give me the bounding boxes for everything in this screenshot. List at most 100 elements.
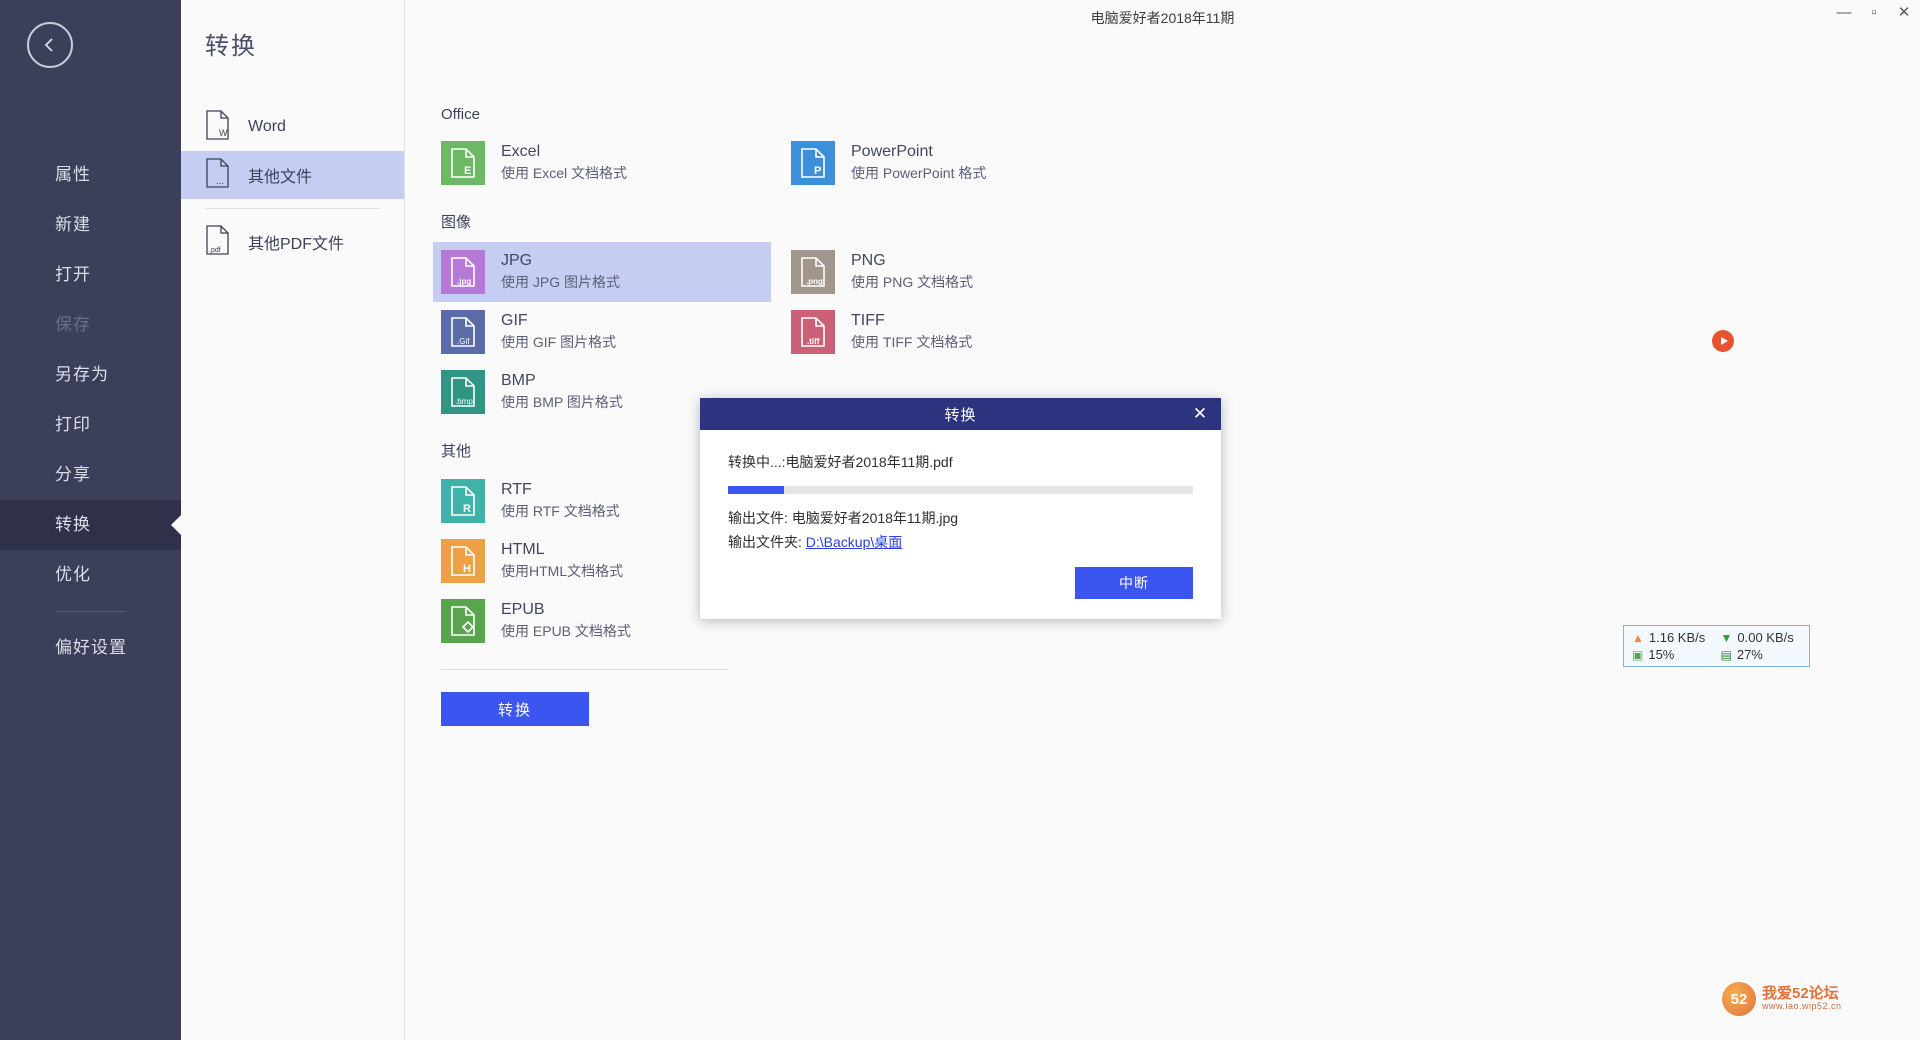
dialog-body: 转换中...:电脑爱好者2018年11期.pdf 输出文件: 电脑爱好者2018… [700, 430, 1221, 552]
rail-item-preferences[interactable]: 偏好设置 [0, 623, 181, 673]
rail-item-label: 打印 [55, 415, 91, 434]
back-button[interactable] [27, 22, 73, 68]
dialog-status-text: 转换中...:电脑爱好者2018年11期.pdf [728, 454, 953, 470]
watermark-logo-icon: 52 [1722, 982, 1756, 1016]
file-pdf-icon: .pdf [205, 224, 231, 260]
rail-item-properties[interactable]: 属性 [0, 150, 181, 200]
format-item-tiff[interactable]: .tiff TIFF 使用 TIFF 文档格式 [783, 302, 1121, 362]
play-triangle-icon [1720, 337, 1728, 345]
left-navigation-rail: 属性 新建 打开 保存 另存为 打印 分享 转换 优化 偏好设置 [0, 0, 182, 1040]
section-title-image: 图像 [441, 214, 472, 231]
output-folder-link[interactable]: D:\Backup\桌面 [806, 534, 902, 550]
rail-item-open[interactable]: 打开 [0, 250, 181, 300]
svg-text:.tiff: .tiff [807, 337, 820, 346]
memory-usage-cell: ▤ 27% [1721, 647, 1802, 662]
category-item-word[interactable]: W Word [181, 103, 404, 151]
format-text: Excel 使用 Excel 文档格式 [501, 142, 627, 184]
bmp-file-icon: .bmp [441, 370, 485, 414]
svg-text:...: ... [216, 176, 224, 187]
format-text: RTF 使用 RTF 文档格式 [501, 480, 620, 522]
format-desc: 使用 BMP 图片格式 [501, 394, 623, 410]
minimize-icon[interactable]: — [1836, 5, 1852, 20]
maximize-icon[interactable]: ▫ [1866, 5, 1882, 20]
format-desc: 使用 PNG 文档格式 [851, 274, 974, 290]
format-desc: 使用HTML文档格式 [501, 563, 624, 579]
convert-button[interactable]: 转换 [441, 692, 589, 726]
svg-text:.Gif: .Gif [457, 337, 470, 346]
output-folder-label: 输出文件夹: [728, 534, 802, 550]
format-name: Excel [501, 143, 541, 160]
format-desc: 使用 RTF 文档格式 [501, 503, 620, 519]
category-list: W Word ... 其他文件 .pdf 其他PDF文件 [181, 103, 404, 266]
format-text: EPUB 使用 EPUB 文档格式 [501, 600, 631, 642]
progress-bar [728, 486, 1193, 494]
cpu-usage-value: 15% [1648, 647, 1675, 662]
rail-item-label: 保存 [55, 315, 91, 334]
rail-item-convert[interactable]: 转换 [0, 500, 182, 550]
application-window: 属性 新建 打开 保存 另存为 打印 分享 转换 优化 偏好设置 转换 W Wo… [0, 0, 1920, 1040]
category-item-label: 其他PDF文件 [248, 236, 345, 253]
watermark-text: 我爱52论坛 www.iao.wip52.cn [1762, 985, 1842, 1012]
cpu-chip-icon: ▣ [1632, 647, 1644, 662]
format-name: HTML [501, 541, 545, 558]
download-speed-value: 0.00 KB/s [1737, 630, 1794, 645]
format-name: TIFF [851, 312, 885, 329]
format-item-jpg[interactable]: .jpg JPG 使用 JPG 图片格式 [433, 242, 771, 302]
rail-item-print[interactable]: 打印 [0, 400, 181, 450]
format-grid-image: .jpg JPG 使用 JPG 图片格式 .png PNG 使用 PNG 文档格… [433, 242, 1920, 422]
category-item-label: 其他文件 [248, 169, 313, 186]
format-name: PowerPoint [851, 143, 933, 160]
output-file-value: 电脑爱好者2018年11期.jpg [791, 510, 959, 526]
format-name: JPG [501, 252, 533, 269]
panel-title: 转换 [205, 33, 257, 60]
category-item-other-files[interactable]: ... 其他文件 [181, 151, 404, 199]
file-dots-icon: ... [205, 157, 231, 193]
format-text: HTML 使用HTML文档格式 [501, 540, 623, 582]
rail-item-save: 保存 [0, 300, 181, 350]
format-item-gif[interactable]: .Gif GIF 使用 GIF 图片格式 [433, 302, 771, 362]
dialog-footer: 中断 [1075, 567, 1193, 599]
powerpoint-file-icon: P [791, 141, 835, 185]
upload-speed-value: 1.16 KB/s [1648, 630, 1706, 645]
dialog-close-icon[interactable]: ✕ [1179, 398, 1221, 430]
rail-item-label: 新建 [55, 215, 91, 234]
format-item-excel[interactable]: E Excel 使用 Excel 文档格式 [433, 133, 771, 193]
arrow-up-icon: ▲ [1632, 630, 1644, 645]
svg-text:R: R [463, 503, 471, 515]
rail-item-share[interactable]: 分享 [0, 450, 181, 500]
media-play-icon[interactable] [1712, 330, 1734, 352]
rtf-file-icon: R [441, 479, 485, 523]
output-file-label: 输出文件: [728, 510, 788, 526]
watermark-url: www.iao.wip52.cn [1762, 1001, 1842, 1012]
rail-item-new[interactable]: 新建 [0, 200, 181, 250]
format-item-powerpoint[interactable]: P PowerPoint 使用 PowerPoint 格式 [783, 133, 1121, 193]
cpu-usage-cell: ▣ 15% [1632, 647, 1713, 662]
format-text: PowerPoint 使用 PowerPoint 格式 [851, 142, 986, 184]
rail-item-label: 偏好设置 [55, 638, 127, 657]
abort-button[interactable]: 中断 [1075, 567, 1193, 599]
memory-usage-value: 27% [1736, 647, 1763, 662]
close-icon[interactable]: ✕ [1896, 5, 1912, 20]
svg-text:.pdf: .pdf [209, 247, 221, 254]
format-item-png[interactable]: .png PNG 使用 PNG 文档格式 [783, 242, 1121, 302]
svg-text:.bmp: .bmp [455, 397, 473, 406]
svg-text:H: H [463, 563, 471, 575]
format-name: EPUB [501, 601, 545, 618]
resource-usage-row: ▣ 15% ▤ 27% [1632, 647, 1801, 662]
rail-item-label: 转换 [55, 515, 91, 534]
format-text: GIF 使用 GIF 图片格式 [501, 311, 616, 353]
rail-item-save-as[interactable]: 另存为 [0, 350, 181, 400]
format-name: PNG [851, 252, 886, 269]
rail-item-label: 属性 [55, 165, 91, 184]
png-file-icon: .png [791, 250, 835, 294]
download-speed-cell: ▼ 0.00 KB/s [1721, 630, 1802, 645]
memory-stick-icon: ▤ [1720, 647, 1732, 662]
gif-file-icon: .Gif [441, 310, 485, 354]
rail-item-optimize[interactable]: 优化 [0, 550, 181, 600]
format-text: PNG 使用 PNG 文档格式 [851, 251, 973, 293]
system-monitor-widget[interactable]: ▲ 1.16 KB/s ▼ 0.00 KB/s ▣ 15% ▤ 27% [1623, 625, 1810, 667]
upload-speed-cell: ▲ 1.16 KB/s [1632, 630, 1713, 645]
category-item-other-pdf[interactable]: .pdf 其他PDF文件 [181, 218, 404, 266]
conversion-progress-dialog: 转换 ✕ 转换中...:电脑爱好者2018年11期.pdf 输出文件: 电脑爱好… [700, 398, 1221, 619]
format-text: JPG 使用 JPG 图片格式 [501, 251, 620, 293]
